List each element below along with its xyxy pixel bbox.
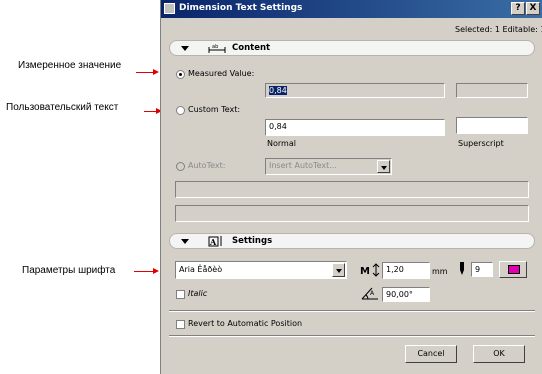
autotext-dropdown[interactable]: Insert AutoText... <box>265 158 392 175</box>
app-icon <box>164 3 175 14</box>
autotext-field-2[interactable] <box>175 205 529 222</box>
autotext-radio[interactable] <box>176 162 185 171</box>
ok-button[interactable]: OK <box>473 345 525 363</box>
annotation-measured-value: Измеренное значение <box>18 60 122 71</box>
custom-text-normal-field[interactable]: 0,84 <box>265 119 445 136</box>
measured-value-field[interactable]: 0,84 <box>265 83 445 98</box>
collapse-triangle-icon[interactable] <box>181 46 189 51</box>
font-dropdown[interactable]: Aria Êåðèò <box>175 261 347 279</box>
superscript-label: Superscript <box>458 139 504 148</box>
normal-label: Normal <box>267 139 296 148</box>
measured-superscript-field[interactable] <box>456 83 528 98</box>
divider <box>169 310 535 312</box>
cancel-button[interactable]: Cancel <box>405 345 457 363</box>
measured-value-label: Measured Value: <box>188 69 255 78</box>
settings-section-title: Settings <box>232 236 273 246</box>
selection-status: Selected: 1 Editable: 1 <box>455 25 542 34</box>
svg-text:A: A <box>370 290 375 297</box>
annotation-custom-text: Пользовательский текст <box>6 102 119 113</box>
pen-color-button[interactable] <box>499 261 527 278</box>
autotext-dropdown-text: Insert AutoText... <box>269 161 337 170</box>
chevron-down-icon[interactable] <box>377 160 390 173</box>
angle-field[interactable]: 90,00° <box>382 287 430 302</box>
italic-checkbox[interactable] <box>176 290 185 299</box>
help-button[interactable]: ? <box>511 2 525 15</box>
title-bar[interactable]: Dimension Text Settings ? X <box>161 0 542 18</box>
dimension-text-settings-dialog: Dimension Text Settings ? X Selected: 1 … <box>160 0 542 374</box>
svg-text:A: A <box>209 237 217 247</box>
annotation-font-settings: Параметры шрифта <box>22 265 116 276</box>
font-name: Aria Êåðèò <box>179 265 223 274</box>
dimension-text-icon: ab <box>208 44 226 53</box>
font-settings-icon: A <box>208 236 222 247</box>
angle-value: 90,00° <box>386 290 413 299</box>
revert-position-label: Revert to Automatic Position <box>188 319 303 328</box>
settings-section-header[interactable]: A Settings <box>169 233 535 249</box>
custom-text-radio[interactable] <box>176 106 185 115</box>
measured-value-radio[interactable] <box>176 70 185 79</box>
revert-position-checkbox[interactable] <box>176 320 185 329</box>
dialog-title: Dimension Text Settings <box>179 3 303 13</box>
autotext-field-1[interactable] <box>175 181 529 198</box>
text-size-icon: M <box>360 263 380 277</box>
annotation-arrowhead-font <box>153 268 159 274</box>
pen-icon <box>460 262 464 275</box>
italic-label: Italic <box>188 289 208 298</box>
pen-color-swatch <box>508 265 520 274</box>
pen-number: 9 <box>475 265 481 274</box>
custom-text-label: Custom Text: <box>188 105 241 114</box>
chevron-down-icon[interactable] <box>332 263 345 277</box>
close-button[interactable]: X <box>526 2 540 15</box>
divider <box>169 335 535 337</box>
text-angle-icon: A <box>361 287 378 300</box>
font-size-value: 1,20 <box>386 265 404 274</box>
custom-text-superscript-field[interactable] <box>456 117 528 134</box>
collapse-triangle-icon[interactable] <box>181 239 189 244</box>
svg-text:ab: ab <box>212 44 218 50</box>
autotext-label: AutoText: <box>188 161 226 170</box>
annotation-arrowhead-measured <box>153 69 159 75</box>
content-section-title: Content <box>232 43 271 53</box>
custom-text-value: 0,84 <box>269 122 287 131</box>
font-size-field[interactable]: 1,20 <box>382 262 430 279</box>
measured-value-text: 0,84 <box>269 86 287 95</box>
pen-number-field[interactable]: 9 <box>471 262 493 277</box>
size-unit-label: mm <box>432 267 448 276</box>
svg-text:M: M <box>360 266 370 277</box>
content-section-header[interactable]: ab Content <box>169 40 535 56</box>
